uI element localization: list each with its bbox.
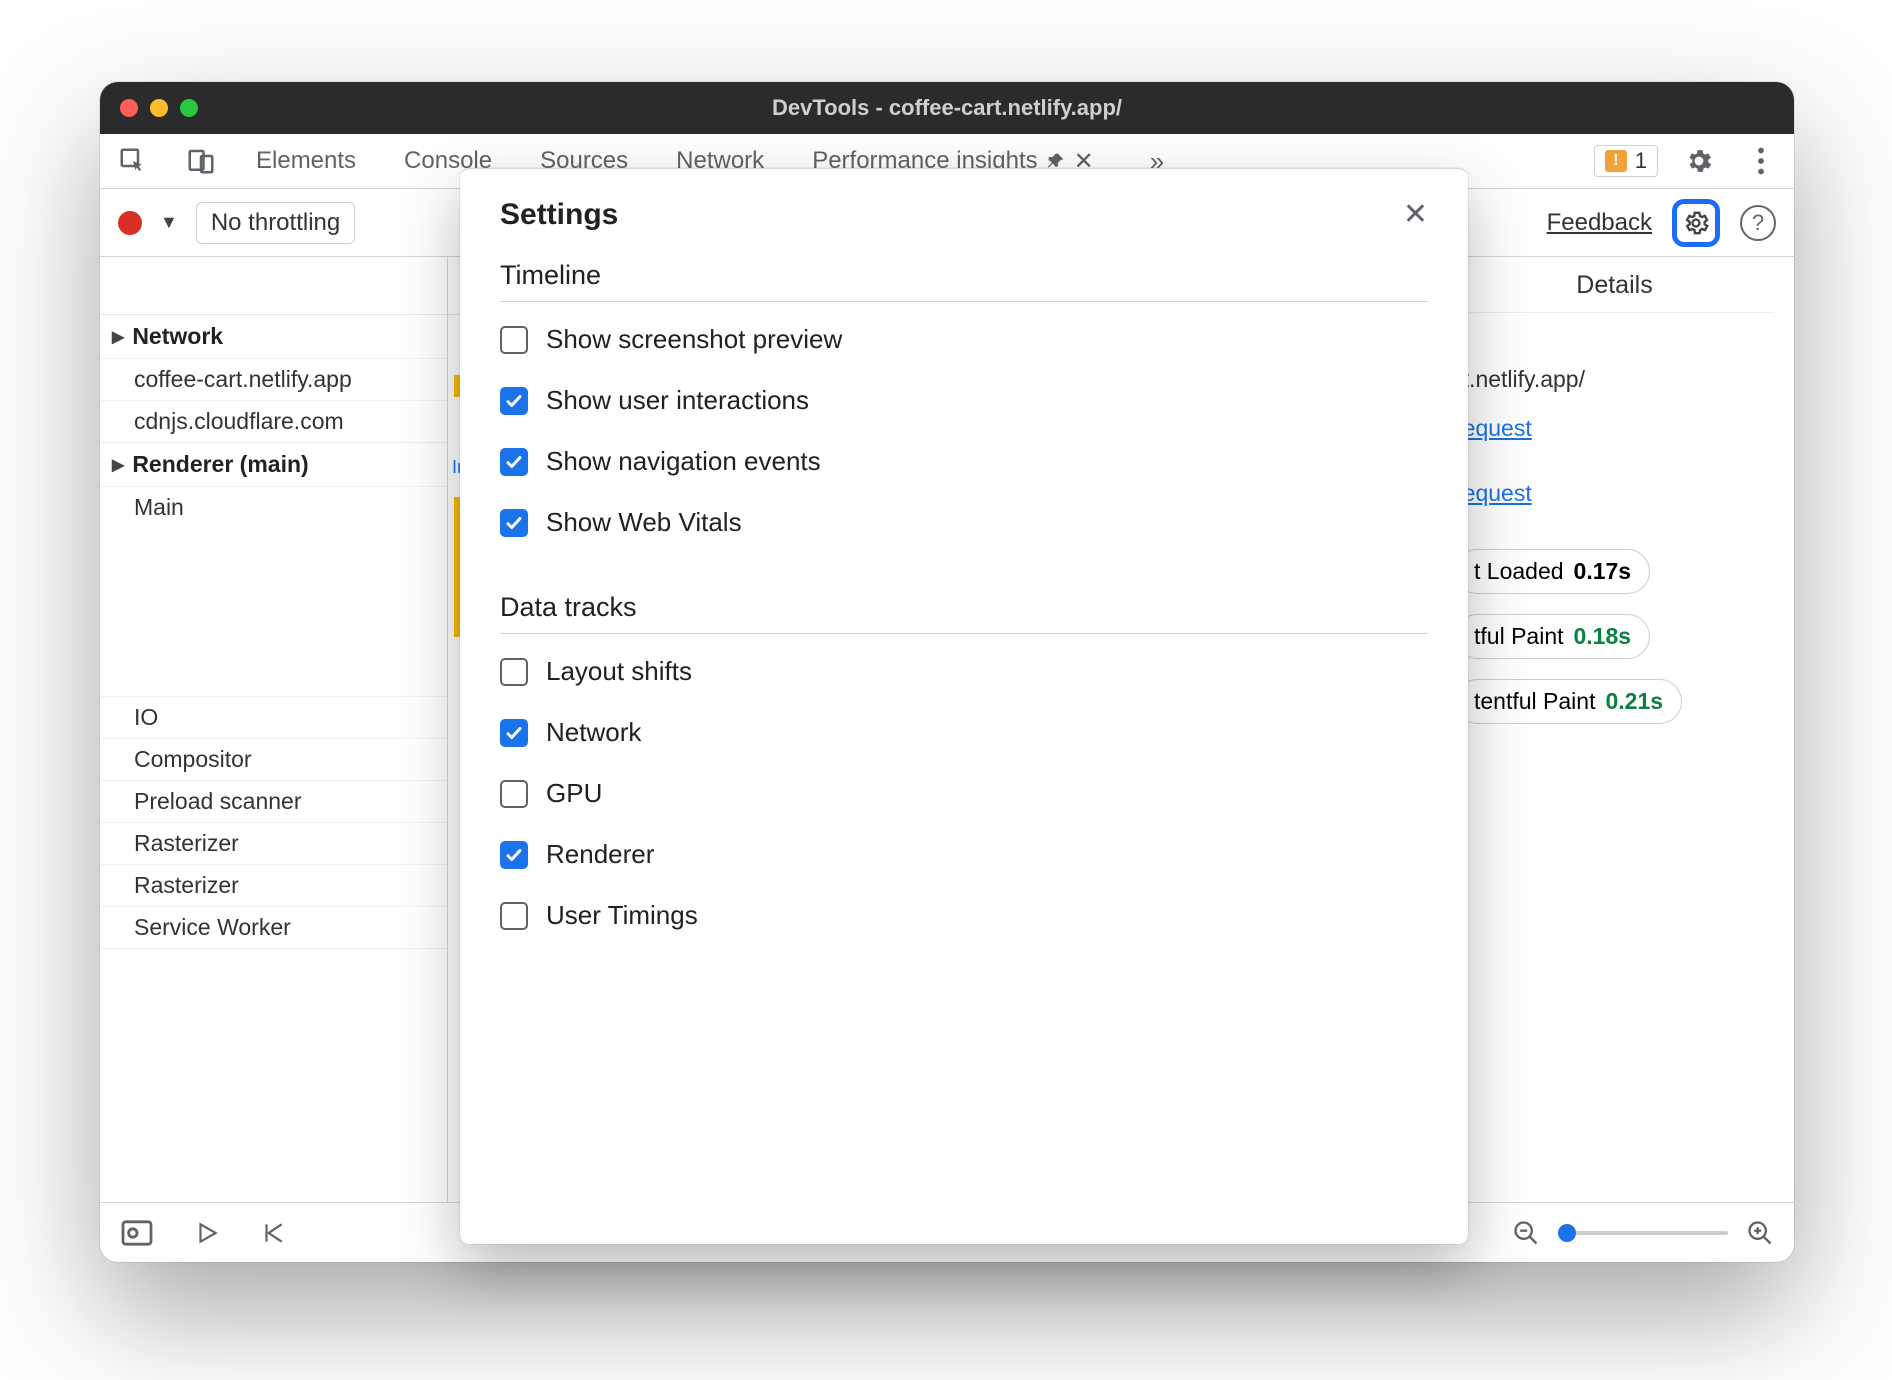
checkbox[interactable] — [500, 448, 528, 476]
feedback-link[interactable]: Feedback — [1547, 209, 1652, 237]
jump-to-start-icon[interactable] — [260, 1220, 286, 1246]
settings-title: Settings — [500, 198, 618, 232]
zoom-slider-thumb[interactable] — [1558, 1224, 1576, 1242]
help-button[interactable]: ? — [1740, 205, 1776, 241]
issues-badge[interactable]: 1 — [1594, 145, 1658, 177]
panel-settings-button[interactable] — [1672, 199, 1720, 247]
metric-value: 0.21s — [1605, 688, 1663, 715]
zoom-in-icon[interactable] — [1746, 1219, 1774, 1247]
close-window-button[interactable] — [120, 99, 138, 117]
settings-group-title: Data tracks — [500, 592, 1428, 634]
close-settings-icon[interactable]: ✕ — [1403, 197, 1428, 232]
settings-option-row[interactable]: Layout shifts — [500, 656, 1428, 687]
checkbox[interactable] — [500, 719, 528, 747]
issues-count: 1 — [1635, 148, 1647, 174]
chevron-right-icon: ▶ — [112, 327, 124, 347]
renderer-row[interactable]: Service Worker — [100, 906, 447, 948]
details-pane: Details t rt.netlify.app/ request reques… — [1434, 257, 1794, 1202]
settings-option-row[interactable]: Network — [500, 717, 1428, 748]
window-title: DevTools - coffee-cart.netlify.app/ — [100, 95, 1794, 121]
checkbox[interactable] — [500, 902, 528, 930]
inspect-element-icon[interactable] — [112, 140, 154, 182]
settings-option-row[interactable]: Show Web Vitals — [500, 507, 1428, 538]
metric-label: tentful Paint — [1474, 688, 1595, 715]
checkbox[interactable] — [500, 780, 528, 808]
record-button[interactable] — [118, 211, 142, 235]
screenshot-toggle-icon[interactable] — [120, 1219, 154, 1247]
settings-gear-icon[interactable] — [1678, 140, 1720, 182]
checkbox[interactable] — [500, 658, 528, 686]
network-host-row[interactable]: cdnjs.cloudflare.com — [100, 400, 447, 442]
settings-option-label: Show navigation events — [546, 446, 821, 477]
metric-label: t Loaded — [1474, 558, 1564, 585]
metric-pill[interactable]: tful Paint 0.18s — [1455, 614, 1650, 659]
play-icon[interactable] — [194, 1220, 220, 1246]
traffic-lights — [120, 99, 198, 117]
renderer-row[interactable]: Main — [100, 486, 447, 696]
maximize-window-button[interactable] — [180, 99, 198, 117]
network-host-row[interactable]: coffee-cart.netlify.app — [100, 358, 447, 400]
renderer-row[interactable]: Rasterizer — [100, 864, 447, 906]
toggle-device-icon[interactable] — [180, 140, 222, 182]
network-section-label: Network — [132, 323, 223, 350]
settings-group-title: Timeline — [500, 260, 1428, 302]
settings-option-label: Show screenshot preview — [546, 324, 842, 355]
detail-url-fragment: rt.netlify.app/ — [1455, 366, 1774, 393]
warning-icon — [1605, 150, 1627, 172]
renderer-section-header[interactable]: ▶ Renderer (main) — [100, 443, 447, 486]
checkbox[interactable] — [500, 841, 528, 869]
checkbox[interactable] — [500, 387, 528, 415]
settings-option-label: Show Web Vitals — [546, 507, 742, 538]
metric-value: 0.18s — [1574, 623, 1632, 650]
metric-label: tful Paint — [1474, 623, 1564, 650]
metric-value: 0.17s — [1574, 558, 1632, 585]
throttling-select[interactable]: No throttling — [196, 202, 355, 244]
settings-option-row[interactable]: User Timings — [500, 900, 1428, 931]
metric-pill[interactable]: t Loaded 0.17s — [1455, 549, 1650, 594]
renderer-row[interactable]: Preload scanner — [100, 780, 447, 822]
checkbox[interactable] — [500, 509, 528, 537]
zoom-out-icon[interactable] — [1512, 1219, 1540, 1247]
tracks-sidebar: ▶ Network coffee-cart.netlify.app cdnjs.… — [100, 257, 448, 1202]
settings-option-label: User Timings — [546, 900, 698, 931]
throttling-label: No throttling — [211, 209, 340, 236]
settings-option-label: Network — [546, 717, 641, 748]
network-section-header[interactable]: ▶ Network — [100, 315, 447, 358]
tab-elements[interactable]: Elements — [256, 147, 356, 175]
chevron-right-icon: ▶ — [112, 455, 124, 475]
settings-option-label: Show user interactions — [546, 385, 809, 416]
metric-pill[interactable]: tentful Paint 0.21s — [1455, 679, 1682, 724]
settings-option-row[interactable]: GPU — [500, 778, 1428, 809]
settings-option-row[interactable]: Show screenshot preview — [500, 324, 1428, 355]
settings-option-row[interactable]: Show navigation events — [500, 446, 1428, 477]
checkbox[interactable] — [500, 326, 528, 354]
renderer-row[interactable]: Compositor — [100, 738, 447, 780]
details-title: Details — [1455, 271, 1774, 313]
titlebar: DevTools - coffee-cart.netlify.app/ — [100, 82, 1794, 134]
kebab-menu-icon[interactable] — [1740, 140, 1782, 182]
minimize-window-button[interactable] — [150, 99, 168, 117]
renderer-section-label: Renderer (main) — [132, 451, 308, 478]
zoom-slider[interactable] — [1558, 1231, 1728, 1235]
settings-popover: Settings ✕ Timeline Show screenshot previ… — [460, 168, 1468, 1244]
settings-option-label: Renderer — [546, 839, 654, 870]
renderer-row[interactable]: IO — [100, 696, 447, 738]
settings-option-label: Layout shifts — [546, 656, 692, 687]
settings-option-label: GPU — [546, 778, 602, 809]
record-menu-caret[interactable]: ▼ — [160, 212, 178, 233]
settings-option-row[interactable]: Renderer — [500, 839, 1428, 870]
settings-option-row[interactable]: Show user interactions — [500, 385, 1428, 416]
renderer-row[interactable]: Rasterizer — [100, 822, 447, 864]
detail-fragment: t — [1455, 331, 1774, 358]
